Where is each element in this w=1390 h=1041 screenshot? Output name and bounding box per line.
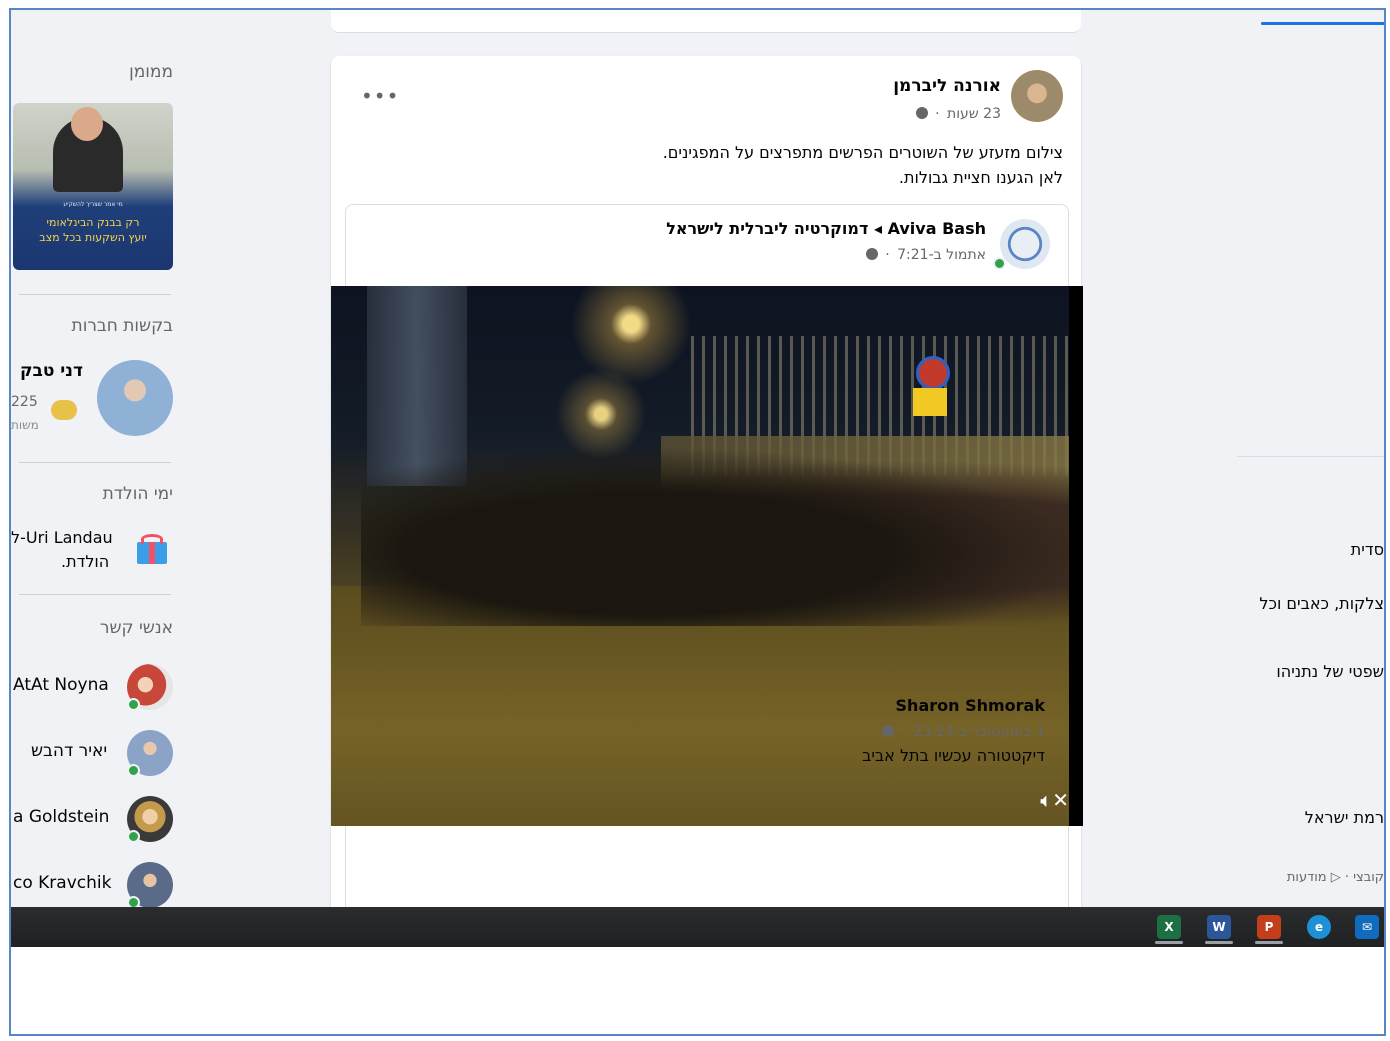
shared-time: אתמול ב-7:21: [897, 247, 986, 263]
globe-icon: [915, 107, 928, 119]
post-time: 23 שעות: [947, 106, 1001, 122]
original-time: 1 באוקטובר ב-23:24: [913, 724, 1045, 740]
post-text-line: צילום מזעזע של השוטרים הפרשים מתפרצים על…: [662, 143, 1063, 162]
birthdays-title: ימי הולדת: [102, 484, 173, 504]
column-divider: [1237, 456, 1384, 457]
globe-icon: [882, 725, 895, 737]
video-scene-sign: [913, 388, 947, 416]
sponsored-title: ממומן: [129, 62, 173, 82]
online-status-dot: [127, 830, 140, 843]
ad-headline: רק בבנק הבינלאומי: [46, 216, 140, 229]
edge-icon[interactable]: e: [1307, 915, 1331, 939]
feed-post: אורנה ליברמן 23 שעות · ••• צילום מזעזע ש…: [331, 56, 1083, 907]
post-author-avatar[interactable]: [1011, 70, 1063, 122]
ad-person-face: [71, 107, 103, 141]
video-scene-crowd: [361, 446, 1081, 626]
left-column-cropped: סדית צלקות, כאבים וכל שפטי של נתניהו רמת…: [1237, 10, 1384, 907]
friend-requests-title: בקשות חברות: [71, 316, 173, 336]
shared-group-avatar[interactable]: [1000, 219, 1050, 269]
original-post-text: דיקטטורה עכשיו בתל אביב: [862, 746, 1045, 765]
facebook-feed-screen: ממומן מי אמר שצריך להשקיע רק בבנק הבינלא…: [11, 10, 1384, 907]
shortcut-item[interactable]: סדית: [1324, 540, 1384, 559]
post-text-line: לאן הגענו חציית גבולות.: [898, 168, 1063, 187]
speaker-muted-icon[interactable]: 🔈︎✕: [1040, 788, 1069, 812]
taskbar-active-indicator: [1155, 941, 1183, 944]
taskbar-active-indicator: [1205, 941, 1233, 944]
video-edge: [1069, 286, 1083, 826]
friend-request-name[interactable]: דני טבק: [17, 361, 83, 381]
online-status-dot: [127, 764, 140, 777]
excel-icon[interactable]: X: [1157, 915, 1181, 939]
powerpoint-icon[interactable]: P: [1257, 915, 1281, 939]
contact-name: יאיר דהבש: [31, 741, 108, 761]
original-post-timestamp[interactable]: 1 באוקטובר ב-23:24 ·: [879, 724, 1045, 740]
birthday-suffix: הולדת.: [61, 552, 110, 571]
contact-name: a Goldstein: [13, 807, 110, 827]
windows-taskbar: X W P e ✉: [11, 907, 1384, 947]
post-timestamp[interactable]: 23 שעות ·: [913, 106, 1001, 122]
friend-request-mutual-label: משות: [11, 418, 39, 432]
meta-separator: ·: [901, 724, 907, 740]
taskbar-active-indicator: [1255, 941, 1283, 944]
original-post-author[interactable]: Sharon Shmorak: [896, 696, 1045, 715]
online-status-dot: [127, 896, 140, 907]
meta-separator: ·: [885, 247, 890, 263]
shortcut-item[interactable]: שפטי של נתניהו: [1254, 662, 1384, 681]
friend-request-avatar[interactable]: [97, 360, 173, 436]
friend-request-mutual-count: 225: [11, 394, 38, 410]
mail-icon[interactable]: ✉: [1355, 915, 1379, 939]
gift-icon: [135, 532, 169, 566]
screenshot-frame: ממומן מי אמר שצריך להשקיע רק בבנק הבינלא…: [9, 8, 1386, 1036]
shortcut-item[interactable]: צלקות, כאבים וכל: [1244, 594, 1384, 613]
online-status-dot: [127, 698, 140, 711]
right-sidebar: ממומן מי אמר שצריך להשקיע רק בבנק הבינלא…: [11, 10, 191, 907]
word-icon[interactable]: W: [1207, 915, 1231, 939]
sidebar-divider: [19, 294, 171, 295]
post-text: צילום מזעזע של השוטרים הפרשים מתפרצים על…: [363, 140, 1063, 190]
shortcut-item[interactable]: רמת ישראל: [1294, 808, 1384, 827]
sponsored-ad-image[interactable]: מי אמר שצריך להשקיע רק בבנק הבינלאומי יו…: [13, 103, 173, 270]
video-scene-sign: [916, 356, 950, 390]
shared-post-timestamp[interactable]: אתמול ב-7:21 ·: [863, 247, 986, 263]
sidebar-divider: [19, 594, 171, 595]
shared-post-header[interactable]: Aviva Bash ◂ דמוקרטיה ליברלית לישראל: [666, 219, 986, 238]
footer-links[interactable]: קובצי · ▷ מודעות: [1269, 870, 1384, 885]
video-player[interactable]: 🔈︎✕: [331, 286, 1083, 826]
mutual-friends-icon: [51, 400, 77, 420]
ad-subline: יועץ השקעות בכל מצב: [39, 231, 147, 244]
top-nav-strip: [331, 10, 1384, 33]
globe-icon: [865, 248, 878, 260]
post-author-name[interactable]: אורנה ליברמן: [893, 76, 1001, 96]
ad-fine-print: מי אמר שצריך להשקיע: [63, 201, 123, 208]
contact-name: co Kravchik: [13, 873, 112, 893]
contacts-title: אנשי קשר: [99, 618, 173, 638]
ad-text: רק בבנק הבינלאומי יועץ השקעות בכל מצב: [17, 215, 169, 245]
birthday-name[interactable]: ל-Uri Landau: [11, 528, 113, 547]
more-options-button[interactable]: •••: [361, 84, 399, 108]
contact-name: AtAt Noyna: [13, 675, 109, 695]
sidebar-divider: [19, 462, 171, 463]
meta-separator: ·: [935, 106, 940, 122]
online-status-dot: [993, 257, 1006, 270]
